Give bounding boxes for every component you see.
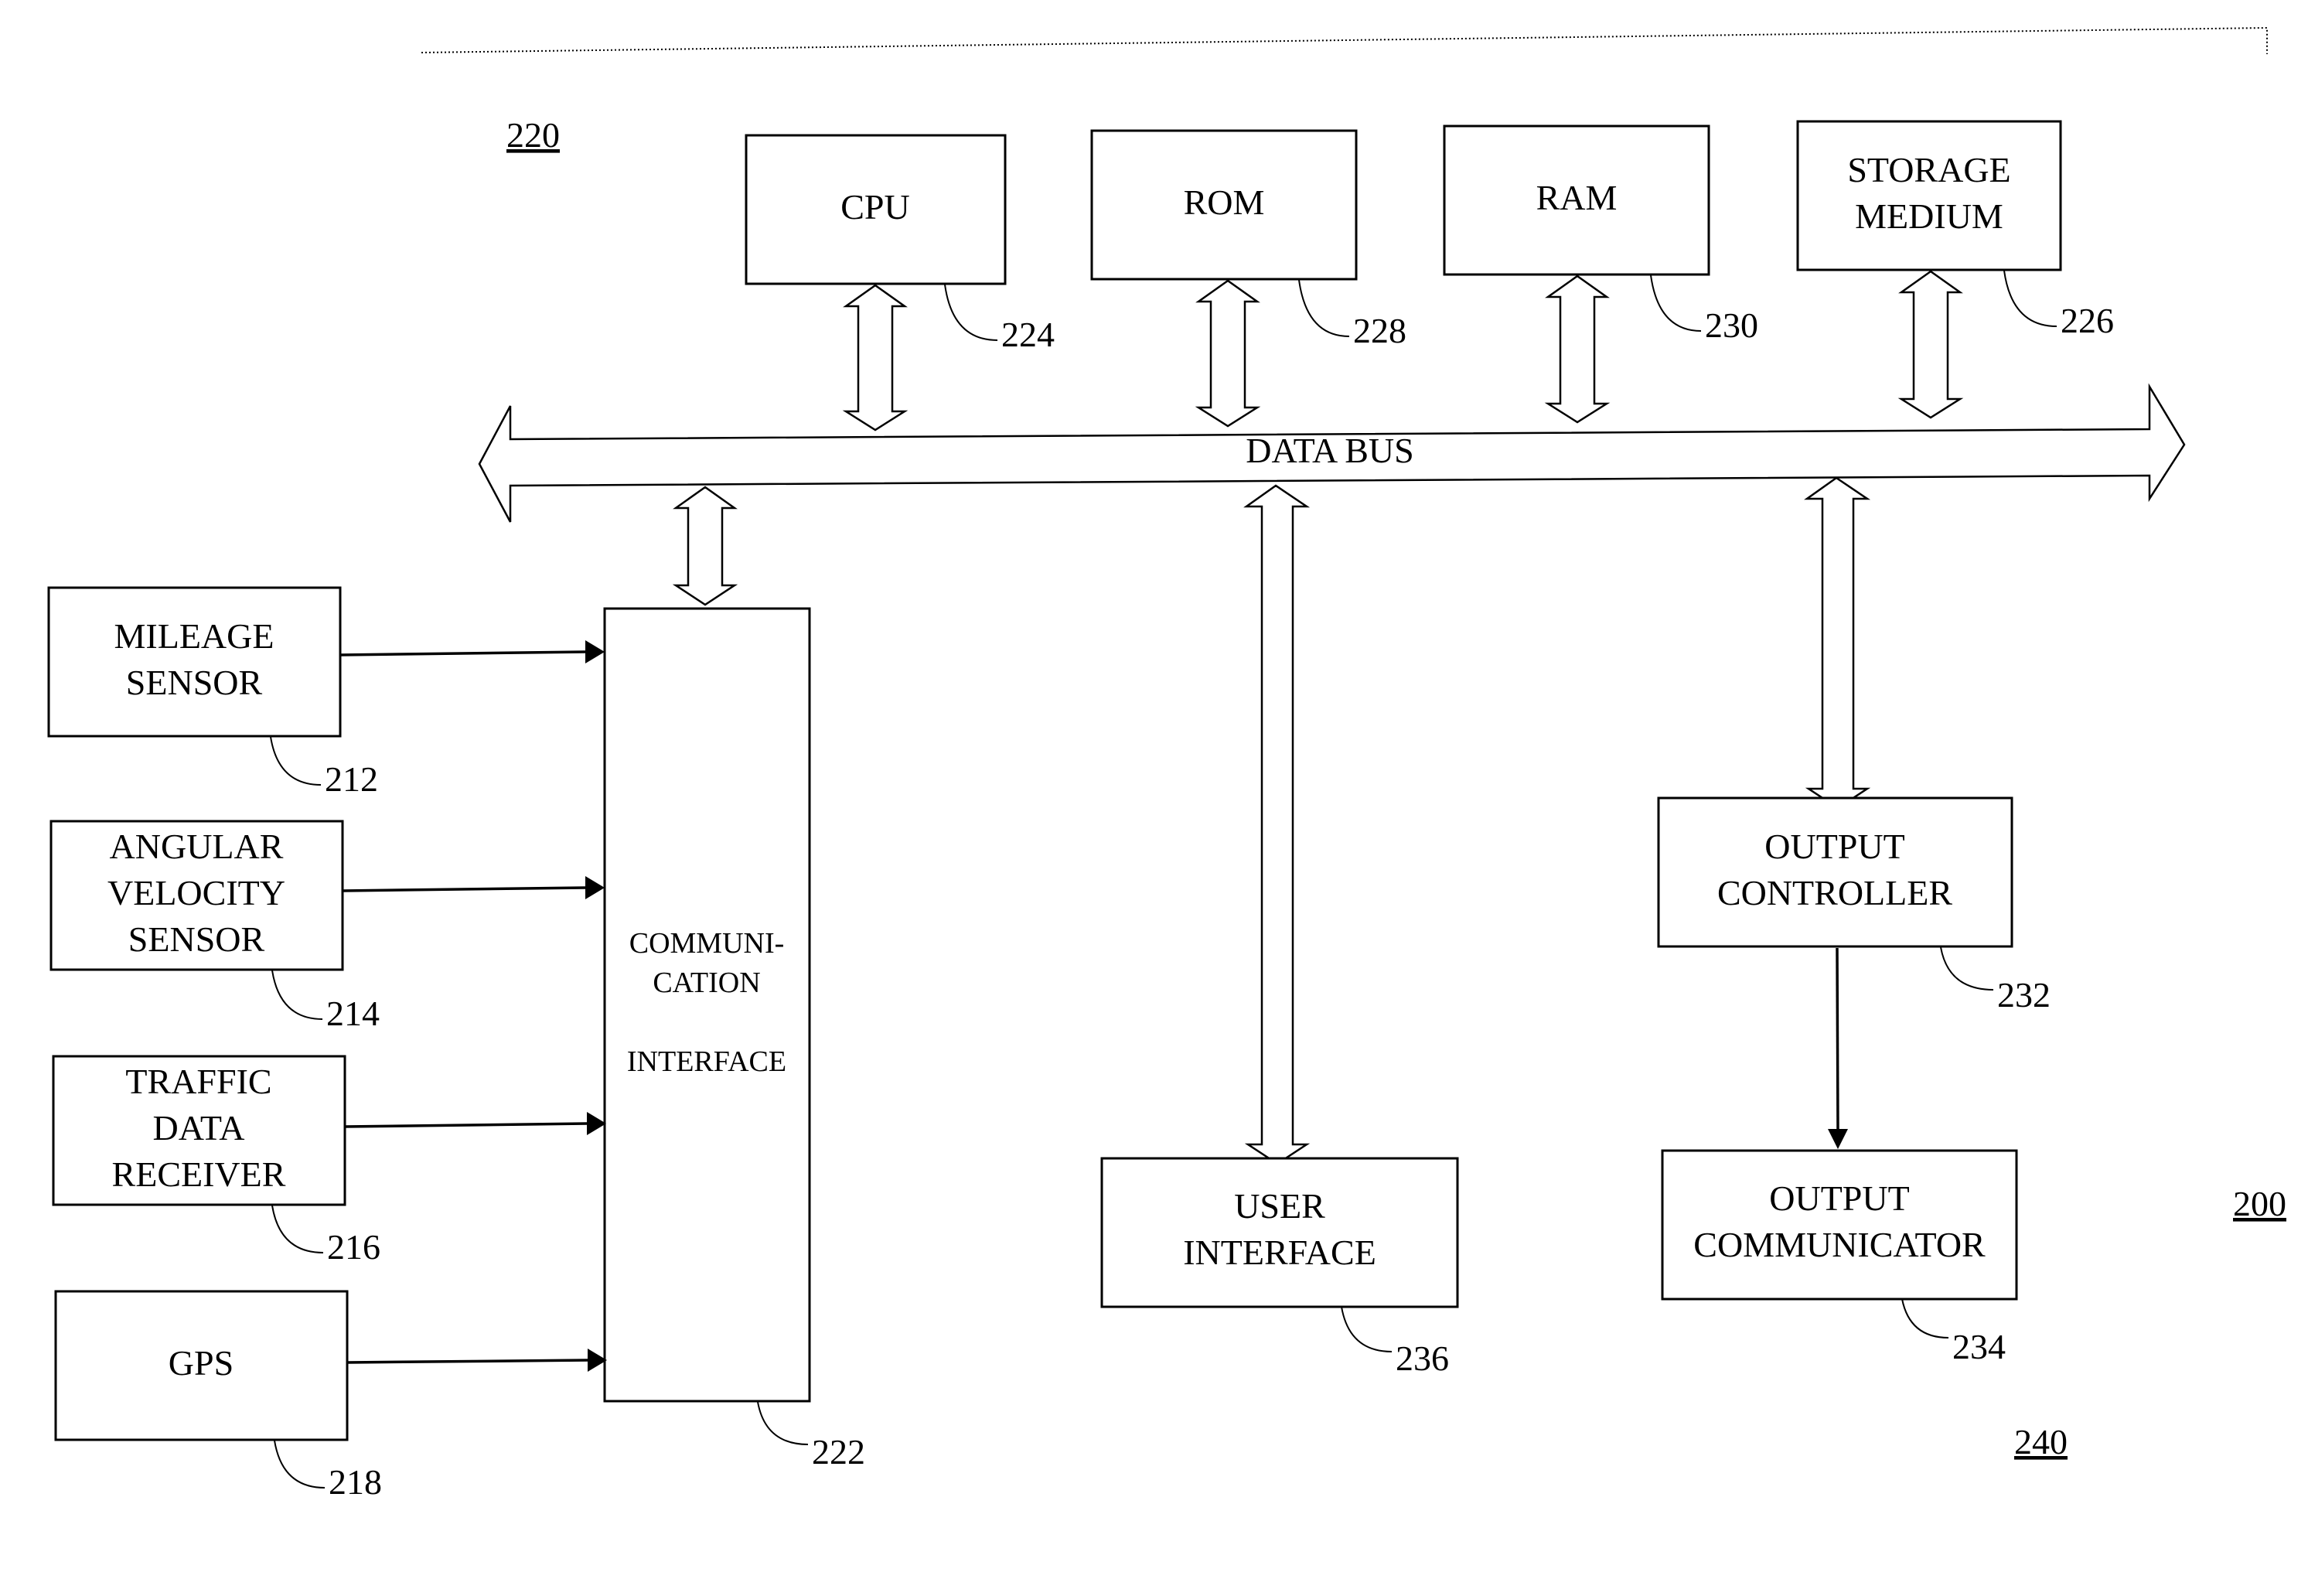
storage-label-line1: STORAGE [1847, 150, 2010, 189]
rom-bus-arrow [1195, 279, 1261, 428]
comm-label-line1: COMMUNI- [629, 927, 785, 960]
angular-label-line2: VELOCITY [107, 873, 285, 912]
leader-218 [274, 1440, 326, 1489]
user-interface-label-line1: USER [1234, 1186, 1325, 1226]
comm-label-line3: INTERFACE [627, 1045, 786, 1078]
leader-214 [271, 970, 323, 1020]
ref-214: 214 [326, 994, 380, 1033]
ref-220: 220 [506, 115, 560, 155]
controller-to-communicator-arrow [1828, 947, 1848, 1149]
ref-234: 234 [1952, 1327, 2006, 1366]
block-diagram: 220 200 240 DATA BUS CPU ROM RAM STORAGE… [47, 26, 2286, 1502]
leader-222 [757, 1401, 809, 1445]
ref-228: 228 [1353, 311, 1406, 350]
leader-234 [1901, 1298, 1949, 1339]
ref-224: 224 [1001, 315, 1055, 354]
ram-bus-arrow [1544, 275, 1611, 424]
ref-218: 218 [329, 1462, 382, 1502]
output-controller-label-line2: CONTROLLER [1717, 873, 1952, 912]
mileage-label-line1: MILEAGE [114, 616, 274, 656]
mileage-label-line2: SENSOR [126, 663, 263, 702]
bus-comm-arrow [672, 486, 738, 606]
output-communicator-label-line2: COMMUNICATOR [1693, 1225, 1986, 1264]
storage-label-line2: MEDIUM [1855, 196, 2003, 236]
ref-236: 236 [1396, 1339, 1449, 1378]
bus-output-controller-arrow [1804, 476, 1871, 810]
angular-label-line1: ANGULAR [110, 827, 284, 866]
leader-230 [1650, 275, 1702, 332]
output-controller-block: OUTPUT CONTROLLER [1657, 796, 2013, 948]
output-communicator-block: OUTPUT COMMUNICATOR [1661, 1149, 2018, 1301]
traffic-data-receiver-block: TRAFFIC DATA RECEIVER [52, 1055, 346, 1206]
leader-226 [2003, 270, 2057, 327]
leader-232 [1940, 946, 1994, 991]
gps-label: GPS [169, 1343, 234, 1383]
ref-232: 232 [1997, 975, 2051, 1015]
ref-230: 230 [1705, 305, 1758, 345]
storage-bus-arrow [1897, 270, 1964, 419]
gps-block: GPS [54, 1290, 349, 1441]
comm-label-line2: CATION [653, 967, 760, 999]
communication-interface-block: COMMUNI- CATION INTERFACE [603, 607, 811, 1403]
ref-222: 222 [812, 1432, 865, 1472]
ref-212: 212 [325, 759, 378, 799]
angular-label-line3: SENSOR [128, 919, 265, 959]
cpu-block: CPU [745, 134, 1007, 285]
output-controller-label-line1: OUTPUT [1764, 827, 1904, 866]
leader-228 [1298, 279, 1350, 337]
cpu-label: CPU [840, 187, 909, 227]
leader-212 [270, 736, 322, 786]
bus-user-interface-arrow [1243, 484, 1311, 1165]
leader-224 [944, 284, 998, 341]
rom-label: ROM [1184, 182, 1265, 222]
cpu-bus-arrow [842, 284, 909, 431]
angular-velocity-sensor-block: ANGULAR VELOCITY SENSOR [49, 820, 344, 971]
ram-block: RAM [1443, 124, 1710, 276]
rom-block: ROM [1090, 129, 1358, 281]
user-interface-label-line2: INTERFACE [1183, 1233, 1376, 1272]
traffic-to-comm-arrow [344, 1112, 606, 1135]
gps-to-comm-arrow [346, 1349, 607, 1372]
leader-216 [271, 1205, 324, 1253]
output-communicator-label-line1: OUTPUT [1769, 1178, 1909, 1218]
traffic-label-line3: RECEIVER [112, 1154, 286, 1194]
leader-236 [1341, 1306, 1393, 1352]
angular-to-comm-arrow [342, 876, 605, 899]
traffic-label-line2: DATA [153, 1108, 245, 1148]
storage-medium-block: STORAGE MEDIUM [1796, 120, 2062, 271]
user-interface-block: USER INTERFACE [1100, 1157, 1459, 1308]
ref-240: 240 [2014, 1422, 2068, 1461]
frame-boundary [421, 26, 2268, 54]
traffic-label-line1: TRAFFIC [125, 1062, 271, 1101]
mileage-to-comm-arrow [339, 640, 605, 663]
ref-226: 226 [2061, 301, 2114, 340]
ref-200: 200 [2233, 1184, 2286, 1223]
ram-label: RAM [1536, 178, 1618, 217]
ref-216: 216 [327, 1227, 380, 1267]
mileage-sensor-block: MILEAGE SENSOR [47, 586, 342, 738]
data-bus-label: DATA BUS [1246, 431, 1413, 470]
